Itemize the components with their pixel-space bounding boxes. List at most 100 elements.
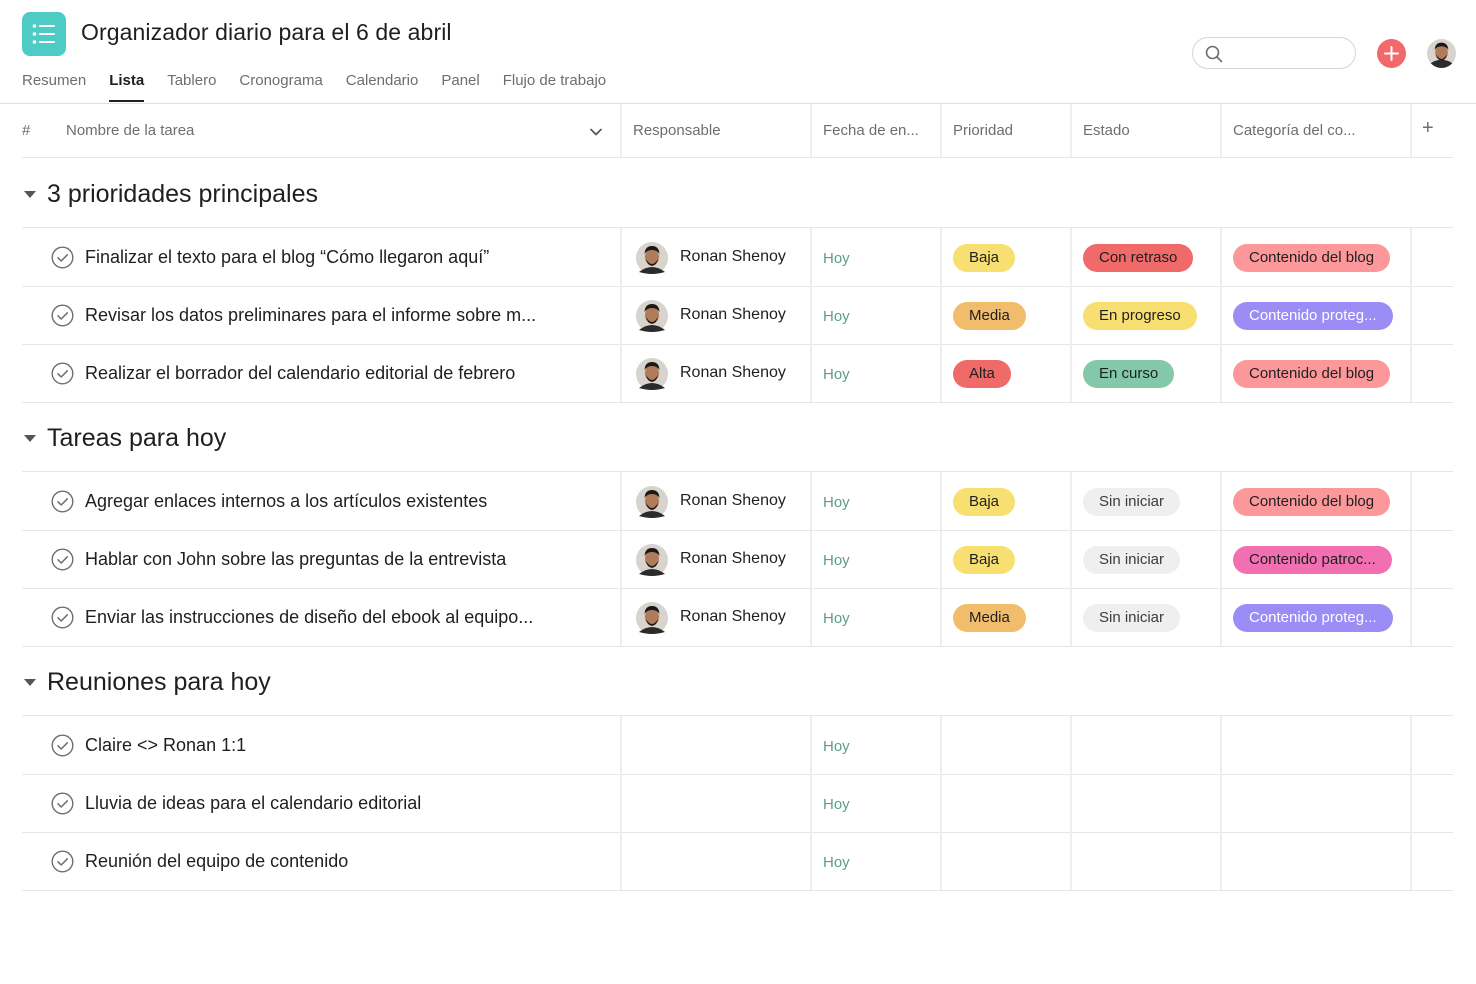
collapse-triangle-icon[interactable]: [24, 434, 36, 442]
due-date[interactable]: Hoy: [823, 308, 850, 325]
chevron-down-icon[interactable]: [589, 126, 603, 138]
section-title: Reuniones para hoy: [47, 667, 271, 696]
assignee-name[interactable]: Ronan Shenoy: [680, 550, 786, 568]
task-name[interactable]: Claire <> Ronan 1:1: [85, 735, 246, 756]
section-header-top-priorities[interactable]: 3 prioridades principales: [22, 179, 318, 209]
complete-task-check-icon[interactable]: [51, 606, 74, 629]
category-badge[interactable]: Contenido proteg...: [1233, 302, 1393, 330]
due-date[interactable]: Hoy: [823, 854, 850, 871]
tab-calendario[interactable]: Calendario: [346, 72, 419, 104]
search-input[interactable]: [1229, 43, 1347, 63]
priority-badge[interactable]: Baja: [953, 244, 1016, 272]
due-date[interactable]: Hoy: [823, 610, 850, 627]
complete-task-check-icon[interactable]: [51, 362, 74, 385]
column-divider: [1220, 472, 1222, 646]
complete-task-check-icon[interactable]: [51, 548, 74, 571]
priority-badge[interactable]: Baja: [953, 488, 1016, 516]
tab-lista[interactable]: Lista: [109, 72, 145, 104]
due-date[interactable]: Hoy: [823, 738, 850, 755]
assignee-avatar[interactable]: [636, 300, 668, 332]
tab-resumen[interactable]: Resumen: [22, 72, 86, 104]
collapse-triangle-icon[interactable]: [24, 678, 36, 686]
task-name[interactable]: Hablar con John sobre las preguntas de l…: [85, 549, 506, 570]
assignee-name[interactable]: Ronan Shenoy: [680, 364, 786, 382]
row-divider: [22, 471, 1453, 472]
add-column-button[interactable]: +: [1422, 117, 1434, 140]
category-badge[interactable]: Contenido del blog: [1233, 360, 1391, 388]
task-name[interactable]: Finalizar el texto para el blog “Cómo ll…: [85, 247, 489, 268]
tab-panel[interactable]: Panel: [441, 72, 479, 104]
assignee-avatar[interactable]: [636, 486, 668, 518]
priority-badge[interactable]: Media: [953, 302, 1026, 330]
column-priority[interactable]: Prioridad: [953, 122, 1013, 139]
search-icon: [1205, 45, 1223, 63]
due-date[interactable]: Hoy: [823, 250, 850, 267]
tab-tablero[interactable]: Tablero: [167, 72, 216, 104]
column-task-name[interactable]: Nombre de la tarea: [66, 122, 194, 139]
column-divider: [1070, 104, 1072, 157]
column-assignee[interactable]: Responsable: [633, 122, 721, 139]
due-date[interactable]: Hoy: [823, 366, 850, 383]
section-header-tasks-today[interactable]: Tareas para hoy: [22, 423, 226, 453]
due-date[interactable]: Hoy: [823, 494, 850, 511]
assignee-name[interactable]: Ronan Shenoy: [680, 608, 786, 626]
search-box[interactable]: [1192, 37, 1356, 69]
row-divider: [22, 344, 1453, 345]
task-name[interactable]: Enviar las instrucciones de diseño del e…: [85, 607, 533, 628]
priority-badge[interactable]: Baja: [953, 546, 1016, 574]
task-name[interactable]: Revisar los datos preliminares para el i…: [85, 305, 536, 326]
row-divider: [22, 157, 1453, 158]
complete-task-check-icon[interactable]: [51, 490, 74, 513]
priority-badge[interactable]: Media: [953, 604, 1026, 632]
column-divider: [1220, 228, 1222, 402]
task-name[interactable]: Realizar el borrador del calendario edit…: [85, 363, 515, 384]
status-badge[interactable]: Sin iniciar: [1083, 546, 1181, 574]
assignee-avatar[interactable]: [636, 544, 668, 576]
complete-task-check-icon[interactable]: [51, 246, 74, 269]
category-badge[interactable]: Contenido del blog: [1233, 244, 1391, 272]
row-divider: [22, 286, 1453, 287]
category-badge[interactable]: Contenido proteg...: [1233, 604, 1393, 632]
assignee-avatar[interactable]: [636, 358, 668, 390]
tab-flujo-de-trabajo[interactable]: Flujo de trabajo: [503, 72, 606, 104]
assignee-name[interactable]: Ronan Shenoy: [680, 248, 786, 266]
row-divider: [22, 588, 1453, 589]
assignee-avatar[interactable]: [636, 602, 668, 634]
column-divider: [1220, 716, 1222, 890]
status-badge[interactable]: En progreso: [1083, 302, 1197, 330]
row-divider: [22, 402, 1453, 403]
due-date[interactable]: Hoy: [823, 796, 850, 813]
assignee-name[interactable]: Ronan Shenoy: [680, 306, 786, 324]
complete-task-check-icon[interactable]: [51, 734, 74, 757]
column-due-date[interactable]: Fecha de en...: [823, 122, 919, 139]
status-badge[interactable]: Sin iniciar: [1083, 604, 1181, 632]
tab-cronograma[interactable]: Cronograma: [239, 72, 322, 104]
due-date[interactable]: Hoy: [823, 552, 850, 569]
add-button[interactable]: [1377, 39, 1406, 68]
column-divider: [810, 228, 812, 402]
category-badge[interactable]: Contenido patroc...: [1233, 546, 1392, 574]
column-category[interactable]: Categoría del co...: [1233, 122, 1356, 139]
user-avatar[interactable]: [1427, 39, 1456, 68]
task-name[interactable]: Agregar enlaces internos a los artículos…: [85, 491, 487, 512]
status-badge[interactable]: Sin iniciar: [1083, 488, 1181, 516]
column-status[interactable]: Estado: [1083, 122, 1130, 139]
status-badge[interactable]: Con retraso: [1083, 244, 1194, 272]
row-divider: [22, 530, 1453, 531]
column-divider: [620, 472, 622, 646]
column-divider: [1070, 228, 1072, 402]
assignee-avatar[interactable]: [636, 242, 668, 274]
task-name[interactable]: Lluvia de ideas para el calendario edito…: [85, 793, 421, 814]
collapse-triangle-icon[interactable]: [24, 190, 36, 198]
complete-task-check-icon[interactable]: [51, 850, 74, 873]
complete-task-check-icon[interactable]: [51, 792, 74, 815]
list-icon: [32, 24, 55, 44]
row-divider: [22, 227, 1453, 228]
assignee-name[interactable]: Ronan Shenoy: [680, 492, 786, 510]
category-badge[interactable]: Contenido del blog: [1233, 488, 1391, 516]
status-badge[interactable]: En curso: [1083, 360, 1175, 388]
priority-badge[interactable]: Alta: [953, 360, 1011, 388]
task-name[interactable]: Reunión del equipo de contenido: [85, 851, 348, 872]
section-header-meetings-today[interactable]: Reuniones para hoy: [22, 667, 271, 697]
complete-task-check-icon[interactable]: [51, 304, 74, 327]
